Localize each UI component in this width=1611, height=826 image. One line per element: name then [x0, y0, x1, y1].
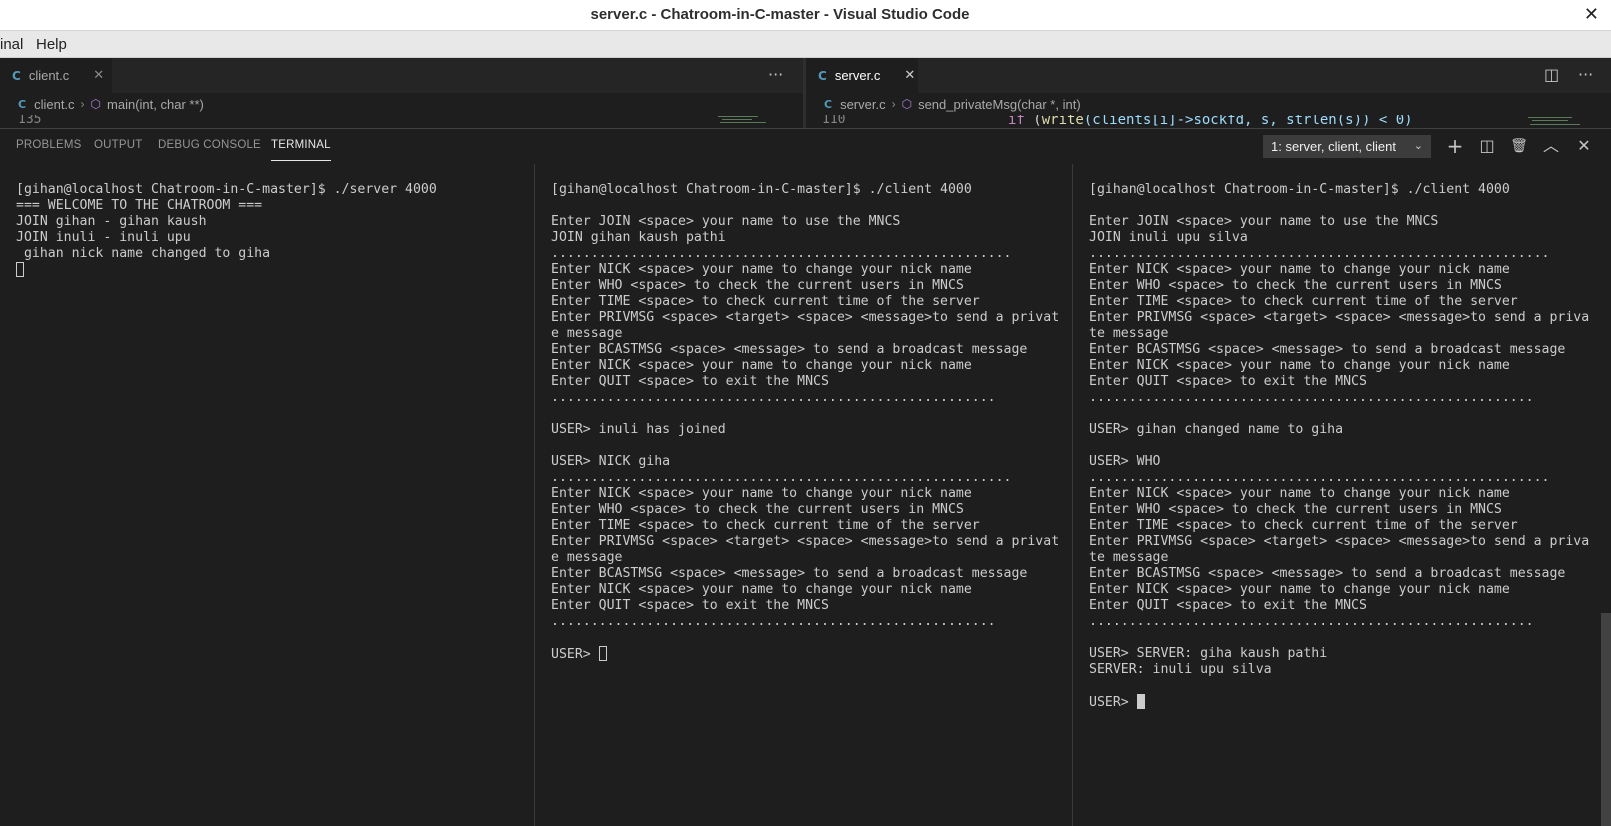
minimap[interactable]: [718, 115, 788, 128]
terminal-output: [gihan@localhost Chatroom-in-C-master]$ …: [1089, 182, 1589, 711]
split-terminal-icon[interactable]: ◫: [1476, 133, 1498, 159]
terminal-output: [gihan@localhost Chatroom-in-C-master]$ …: [16, 182, 437, 279]
terminal-text: [gihan@localhost Chatroom-in-C-master]$ …: [1089, 182, 1590, 677]
tab-client-c[interactable]: C client.c ✕: [0, 58, 112, 93]
menu-help[interactable]: Help: [36, 31, 67, 58]
title-bar: server.c - Chatroom-in-C-master - Visual…: [0, 0, 1611, 31]
terminal-select-value: 1: server, client, client: [1271, 139, 1396, 154]
c-file-icon: C: [18, 97, 27, 111]
terminal-pane-server[interactable]: [gihan@localhost Chatroom-in-C-master]$ …: [0, 164, 534, 826]
code-line[interactable]: 135: [0, 115, 803, 128]
window-title: server.c - Chatroom-in-C-master - Visual…: [590, 6, 970, 23]
terminal-cursor: [1136, 694, 1145, 709]
terminal-pane-client-2[interactable]: [gihan@localhost Chatroom-in-C-master]$ …: [1073, 164, 1601, 826]
breadcrumb: C server.c › ⬡ send_privateMsg(char *, i…: [806, 93, 1611, 115]
tab-debug-console[interactable]: DEBUG CONSOLE: [158, 129, 261, 164]
maximize-panel-icon[interactable]: ︿: [1540, 133, 1562, 159]
breadcrumb-file[interactable]: client.c: [34, 97, 74, 112]
code-line[interactable]: 110 if (write(clients[i]->sockfd, s, str…: [806, 115, 1611, 128]
terminal-cursor: [598, 646, 607, 661]
trash-icon[interactable]: 🗑: [1508, 133, 1530, 159]
terminal-prompt: USER>: [1089, 695, 1137, 710]
minimap[interactable]: [1528, 115, 1598, 128]
tab-close-icon[interactable]: ✕: [904, 68, 915, 83]
menu-bar: inal Help: [0, 31, 1611, 58]
window-close-icon[interactable]: ✕: [1584, 0, 1599, 31]
line-number: 110: [822, 115, 846, 127]
chevron-down-icon: ⌄: [1413, 140, 1423, 152]
method-symbol-icon: ⬡: [90, 97, 102, 111]
tab-server-c[interactable]: C server.c ✕: [806, 58, 918, 93]
terminal-pane-client-1[interactable]: [gihan@localhost Chatroom-in-C-master]$ …: [535, 164, 1072, 826]
tab-label: client.c: [28, 68, 70, 83]
more-actions-icon[interactable]: ···: [1578, 58, 1593, 93]
panel-tabbar: PROBLEMS OUTPUT DEBUG CONSOLE TERMINAL 1…: [0, 129, 1611, 164]
breadcrumb-symbol[interactable]: send_privateMsg(char *, int): [918, 97, 1081, 112]
terminal-select[interactable]: 1: server, client, client ⌄: [1263, 135, 1431, 158]
terminal-text: [gihan@localhost Chatroom-in-C-master]$ …: [551, 182, 1060, 629]
breadcrumb-file[interactable]: server.c: [840, 97, 886, 112]
tab-label: server.c: [834, 68, 881, 83]
split-editor-icon[interactable]: ◫: [1544, 58, 1559, 93]
code-text: if (write(clients[i]->sockfd, s, strlen(…: [1008, 115, 1413, 128]
breadcrumb: C client.c › ⬡ main(int, char **): [0, 93, 803, 115]
scrollbar-thumb[interactable]: [1601, 613, 1611, 826]
terminal-cursor: [16, 262, 24, 277]
terminal-output: [gihan@localhost Chatroom-in-C-master]$ …: [551, 182, 1059, 663]
terminal-text: [gihan@localhost Chatroom-in-C-master]$ …: [16, 182, 437, 261]
method-symbol-icon: ⬡: [901, 97, 913, 111]
more-actions-icon[interactable]: ···: [768, 58, 783, 93]
bottom-panel: PROBLEMS OUTPUT DEBUG CONSOLE TERMINAL 1…: [0, 128, 1611, 826]
editor-group-right: C server.c ✕ ◫ ··· C server.c › ⬡ send_p…: [806, 58, 1611, 128]
terminal-area: [gihan@localhost Chatroom-in-C-master]$ …: [0, 164, 1611, 826]
c-file-icon: C: [824, 97, 833, 111]
terminal-scrollbar[interactable]: [1601, 164, 1611, 826]
new-terminal-icon[interactable]: +: [1444, 133, 1466, 159]
chevron-right-icon: ›: [891, 97, 896, 111]
tab-close-icon[interactable]: ✕: [93, 68, 104, 83]
tab-output[interactable]: OUTPUT: [94, 129, 142, 164]
terminal-prompt: USER>: [551, 647, 599, 662]
tab-terminal[interactable]: TERMINAL: [271, 131, 331, 161]
chevron-right-icon: ›: [80, 97, 85, 111]
menu-terminal[interactable]: inal: [0, 31, 23, 58]
breadcrumb-symbol[interactable]: main(int, char **): [107, 97, 204, 112]
close-panel-icon[interactable]: ✕: [1573, 133, 1595, 159]
editor-tabbar-left: C client.c ✕ ···: [0, 58, 803, 93]
tab-problems[interactable]: PROBLEMS: [16, 129, 82, 164]
c-file-icon: C: [12, 68, 21, 83]
editor-tabbar-right: C server.c ✕ ◫ ···: [806, 58, 1611, 93]
c-file-icon: C: [818, 68, 827, 83]
line-number: 135: [18, 115, 42, 127]
editor-group-left: C client.c ✕ ··· C client.c › ⬡ main(int…: [0, 58, 803, 128]
